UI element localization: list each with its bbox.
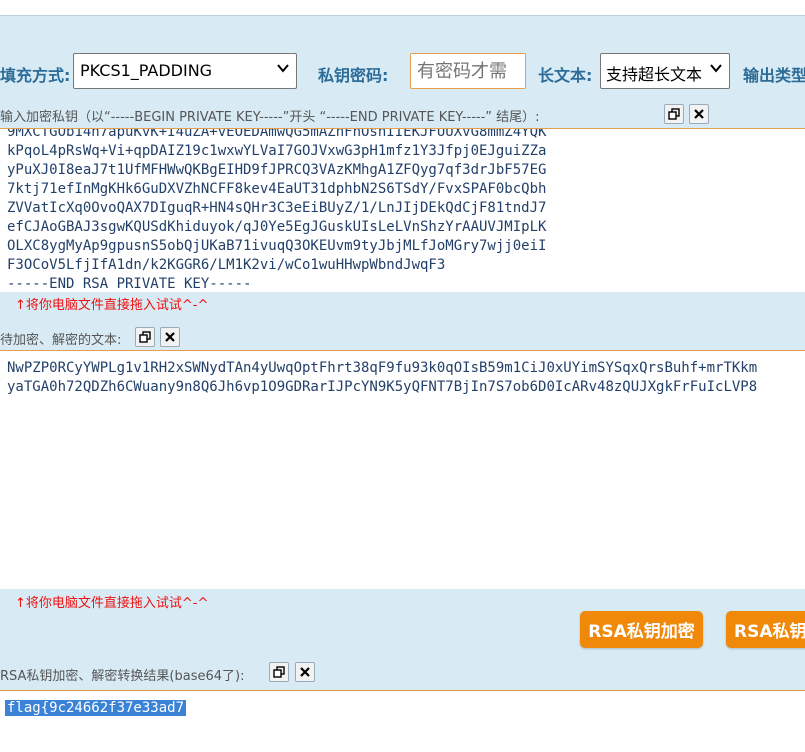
input-content: NwPZP0RCyYWPLg1v1RH2xSWNydTAn4yUwqOptFhr… xyxy=(7,359,757,397)
text-line: 7ktj71efInMgKHk6GuDXVZhNCFF8kev4EaUT31dp… xyxy=(7,181,547,197)
input-text-label: 待加密、解密的文本: xyxy=(0,333,122,348)
close-icon[interactable] xyxy=(160,327,180,347)
text-line: yaTGA0h72QDZh6CWuany9n8Q6Jh6vp1O9GDRarIJ… xyxy=(7,379,758,395)
drop-hint: ↑将你电脑文件直接拖入试试^-^ xyxy=(15,596,209,611)
longtext-select[interactable]: 支持超长文本 xyxy=(600,53,730,89)
padding-label: 填充方式: xyxy=(0,66,71,85)
input-label-panel: ↑将你电脑文件直接拖入试试^-^ 待加密、解密的文本: xyxy=(0,292,805,350)
copy-icon[interactable] xyxy=(135,327,155,347)
password-label: 私钥密码: xyxy=(318,66,389,85)
result-label: RSA私钥加密、解密转换结果(base64了): xyxy=(0,669,245,684)
result-value: flag{9c24662f37e33ad7 xyxy=(5,700,187,716)
copy-icon[interactable] xyxy=(664,104,684,124)
longtext-label: 长文本: xyxy=(538,66,593,85)
text-line: efCJAoGBAJ3sgwKQUSdKhiduyok/qJ0Ye5EgJGus… xyxy=(7,219,547,235)
private-key-textarea[interactable]: 9MXCTGOb14n7apuKvK+I4uZA+vEOEDAmwQG5mAZn… xyxy=(0,128,805,293)
copy-icon[interactable] xyxy=(269,662,289,682)
text-line: kPqoL4pRsWq+Vi+qpDAIZ19c1wxwYLVaI7GOJVxw… xyxy=(7,143,547,159)
private-key-content: 9MXCTGOb14n7apuKvK+I4uZA+vEOEDAmwQG5mAZn… xyxy=(7,128,547,292)
private-key-label: 输入加密私钥（以“-----BEGIN PRIVATE KEY-----”开头 … xyxy=(0,110,540,125)
result-textarea[interactable]: flag{9c24662f37e33ad7 xyxy=(0,690,805,752)
encrypt-button[interactable]: RSA私钥加密 xyxy=(580,611,703,648)
top-clipped-field[interactable] xyxy=(0,0,805,16)
actions-panel: ↑将你电脑文件直接拖入试试^-^ RSA私钥加密 RSA私钥 RSA私钥加密、解… xyxy=(0,589,805,690)
close-icon[interactable] xyxy=(295,662,315,682)
output-type-label: 输出类型 xyxy=(743,66,805,85)
options-panel: 填充方式: PKCS1_PADDING 私钥密码: 长文本: 支持超长文本 输出… xyxy=(0,42,805,128)
text-line: OLXC8ygMyAp9gpusnS5obQjUKaB71ivuqQ3OKEUv… xyxy=(7,238,547,254)
text-line: ZVVatIcXq0OvoQAX7DIguqR+HN4sQHr3C3eEiBUy… xyxy=(7,200,547,216)
chevron-down-icon xyxy=(276,60,290,79)
longtext-select-value: 支持超长文本 xyxy=(606,65,703,84)
close-icon[interactable] xyxy=(689,104,709,124)
text-line: F3OCoV5LfjIfA1dn/k2KGGR6/LM1K2vi/wCo1wuH… xyxy=(7,257,446,273)
decrypt-button[interactable]: RSA私钥 xyxy=(726,611,805,648)
drop-hint: ↑将你电脑文件直接拖入试试^-^ xyxy=(15,298,209,313)
input-textarea[interactable]: NwPZP0RCyYWPLg1v1RH2xSWNydTAn4yUwqOptFhr… xyxy=(0,350,805,590)
chevron-down-icon xyxy=(709,60,723,79)
text-line: NwPZP0RCyYWPLg1v1RH2xSWNydTAn4yUwqOptFhr… xyxy=(7,360,758,376)
text-line: yPuXJ0I8eaJ7t1UfMFHWwQKBgEIHD9fJPRCQ3VAz… xyxy=(7,162,547,178)
padding-select-value: PKCS1_PADDING xyxy=(80,61,213,80)
password-input[interactable] xyxy=(410,53,526,89)
text-line: 9MXCTGOb14n7apuKvK+I4uZA+vEOEDAmwQG5mAZn… xyxy=(7,128,547,140)
text-line: -----END RSA PRIVATE KEY----- xyxy=(7,276,252,292)
padding-select[interactable]: PKCS1_PADDING xyxy=(73,53,297,89)
